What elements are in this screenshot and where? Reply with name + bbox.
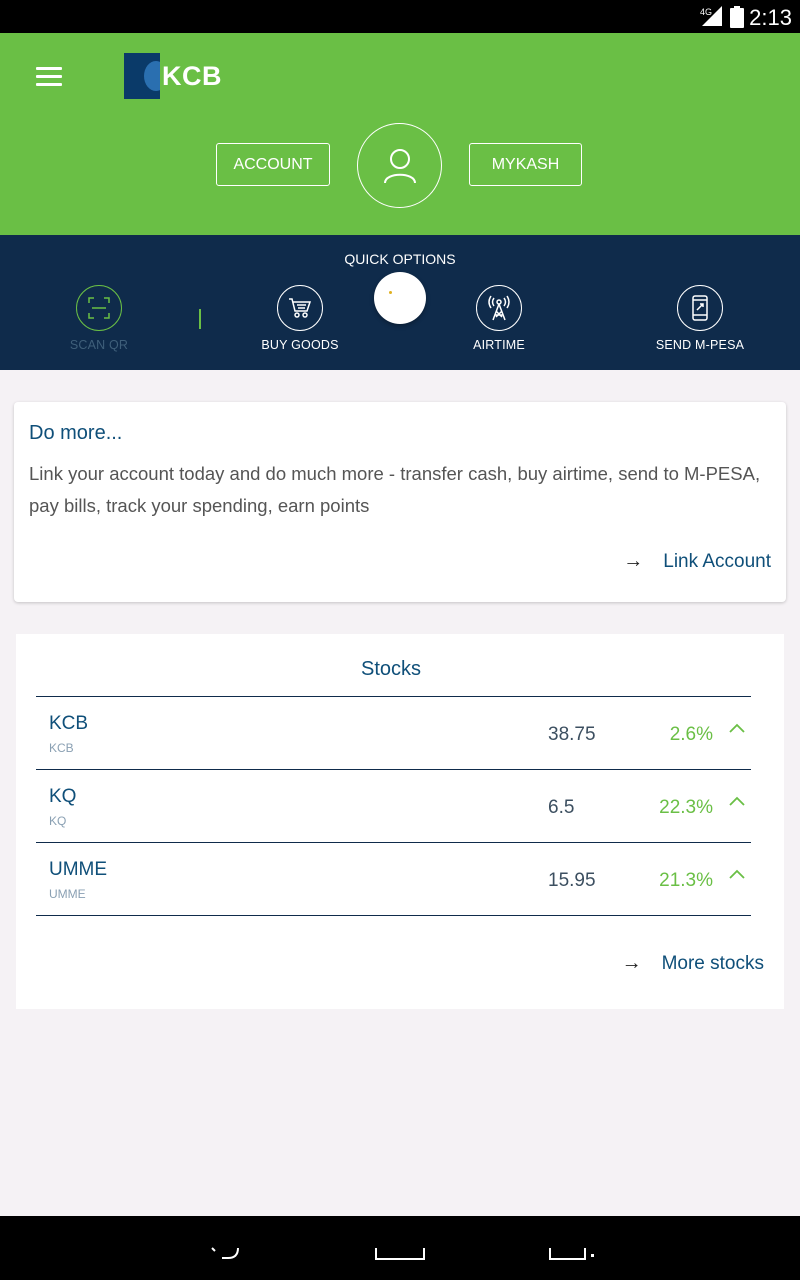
stock-row[interactable]: KCB KCB 38.75 2.6% [36, 697, 751, 770]
do-more-body: Link your account today and do much more… [29, 463, 761, 516]
home-icon[interactable] [375, 1244, 425, 1262]
scan-qr-icon [88, 297, 110, 319]
quick-option-send-mpesa[interactable]: SEND M-PESA [630, 285, 770, 352]
system-nav-bar [0, 1216, 800, 1280]
stock-subtitle: KQ [49, 814, 67, 828]
kcb-logo: KCB [124, 53, 222, 99]
stock-symbol: KCB [49, 713, 89, 734]
stock-symbol: KQ [49, 786, 77, 807]
menu-icon[interactable] [36, 67, 62, 87]
clock: 2:13 [749, 5, 792, 30]
quick-option-scan-qr[interactable]: SCAN QR [29, 285, 169, 352]
more-stocks-link[interactable]: → More stocks [622, 952, 764, 975]
status-bar: 4G 2:13 [0, 0, 800, 33]
stock-subtitle: KCB [49, 741, 74, 755]
stock-change: 2.6% [669, 724, 713, 745]
battery-icon [730, 6, 744, 28]
profile-avatar[interactable] [357, 123, 442, 208]
arrow-right-icon: → [623, 550, 644, 572]
chevron-up-icon [729, 796, 745, 806]
stock-subtitle: UMME [49, 887, 86, 901]
stock-price: 15.95 [548, 870, 596, 891]
stock-change: 22.3% [659, 797, 713, 818]
cart-icon [289, 298, 312, 318]
arrow-right-icon: → [621, 952, 642, 974]
lion-icon [124, 53, 160, 99]
quick-option-buy-goods[interactable]: BUY GOODS [230, 285, 370, 352]
quick-option-airtime[interactable]: AIRTIME [429, 285, 569, 352]
quick-divider [199, 309, 201, 329]
quick-action-fab[interactable] [374, 272, 426, 324]
chevron-up-icon [729, 869, 745, 879]
quick-options-title: QUICK OPTIONS [344, 251, 456, 267]
quick-options-bar: QUICK OPTIONS SCAN QR BUY GOODS AIRTIME … [0, 235, 800, 370]
account-button[interactable]: ACCOUNT [216, 143, 330, 186]
do-more-card: Do more... Link your account today and d… [14, 402, 786, 602]
stock-price: 6.5 [548, 797, 575, 818]
stock-price: 38.75 [548, 724, 596, 745]
phone-icon [692, 295, 708, 321]
stock-symbol: UMME [49, 859, 108, 880]
stocks-table: KCB KCB 38.75 2.6% KQ KQ 6.5 22.3% UMME … [36, 696, 751, 916]
stock-change: 21.3% [659, 870, 713, 891]
recents-icon[interactable] [548, 1244, 596, 1262]
app-header: KCB ACCOUNT MYKASH [0, 33, 800, 235]
antenna-icon [488, 295, 510, 321]
chevron-up-icon [729, 723, 745, 733]
stocks-card: Stocks KCB KCB 38.75 2.6% KQ KQ 6.5 22.3… [16, 634, 784, 1009]
stock-row[interactable]: KQ KQ 6.5 22.3% [36, 770, 751, 843]
stocks-title: Stocks [360, 658, 422, 680]
do-more-title: Do more... [29, 422, 123, 444]
user-icon [383, 148, 416, 183]
mykash-button[interactable]: MYKASH [469, 143, 582, 186]
link-account-link[interactable]: → Link Account [623, 550, 771, 573]
svg-text:4G: 4G [700, 7, 712, 17]
signal-icon: 4G [700, 6, 722, 26]
stock-row[interactable]: UMME UMME 15.95 21.3% [36, 843, 751, 916]
back-icon[interactable] [208, 1244, 252, 1262]
